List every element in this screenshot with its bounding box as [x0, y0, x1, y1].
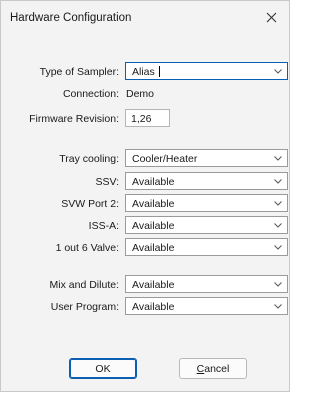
- sampler-type-value: Alias: [132, 66, 155, 78]
- ok-button-label: OK: [95, 362, 111, 375]
- chevron-down-icon: [274, 201, 282, 206]
- cancel-button-label: Cancel: [197, 363, 230, 375]
- tray-cooling-dropdown[interactable]: Cooler/Heater: [125, 149, 288, 167]
- chevron-down-icon: [274, 223, 282, 228]
- valve-value: Available: [132, 242, 175, 254]
- chevron-down-icon: [274, 156, 282, 161]
- sampler-type-combobox[interactable]: Alias: [125, 62, 288, 80]
- svw-port-2-dropdown[interactable]: Available: [125, 194, 288, 212]
- svw-port-2-value: Available: [132, 198, 175, 210]
- firmware-revision-value: 1,26: [131, 113, 152, 125]
- firmware-revision-label: Firmware Revision:: [29, 113, 119, 125]
- iss-a-dropdown[interactable]: Available: [125, 216, 288, 234]
- chevron-down-icon: [274, 282, 282, 287]
- tray-cooling-value: Cooler/Heater: [132, 153, 198, 165]
- connection-value: Demo: [126, 88, 155, 100]
- chevron-down-icon: [274, 179, 282, 184]
- cancel-label-rest: ancel: [204, 362, 230, 375]
- ssv-dropdown[interactable]: Available: [125, 172, 288, 190]
- close-icon: [266, 12, 276, 22]
- mix-dilute-value: Available: [132, 279, 175, 291]
- valve-dropdown[interactable]: Available: [125, 238, 288, 256]
- valve-label: 1 out 6 Valve:: [55, 242, 119, 254]
- iss-a-value: Available: [132, 220, 175, 232]
- chevron-down-icon: [274, 304, 282, 309]
- close-button[interactable]: [253, 1, 289, 33]
- chevron-down-icon: [274, 69, 282, 74]
- user-program-value: Available: [132, 301, 175, 313]
- svw-port-2-label: SVW Port 2:: [61, 198, 119, 210]
- title-bar: Hardware Configuration: [1, 1, 289, 33]
- connection-label: Connection:: [62, 88, 119, 100]
- hardware-configuration-dialog: Hardware Configuration Type of Sampler: …: [0, 0, 290, 392]
- user-program-label: User Program:: [50, 301, 119, 313]
- iss-a-label: ISS-A:: [88, 220, 119, 232]
- chevron-down-icon: [274, 245, 282, 250]
- ssv-label: SSV:: [95, 176, 119, 188]
- ok-button[interactable]: OK: [69, 358, 137, 379]
- sampler-type-label: Type of Sampler:: [39, 66, 119, 78]
- text-cursor: [159, 66, 160, 77]
- cancel-button[interactable]: Cancel: [179, 358, 247, 379]
- dialog-title: Hardware Configuration: [10, 12, 132, 24]
- mix-dilute-label: Mix and Dilute:: [49, 279, 119, 291]
- ssv-value: Available: [132, 176, 175, 188]
- firmware-revision-field: 1,26: [125, 109, 170, 127]
- user-program-dropdown[interactable]: Available: [125, 297, 288, 315]
- tray-cooling-label: Tray cooling:: [59, 153, 119, 165]
- mix-dilute-dropdown[interactable]: Available: [125, 275, 288, 293]
